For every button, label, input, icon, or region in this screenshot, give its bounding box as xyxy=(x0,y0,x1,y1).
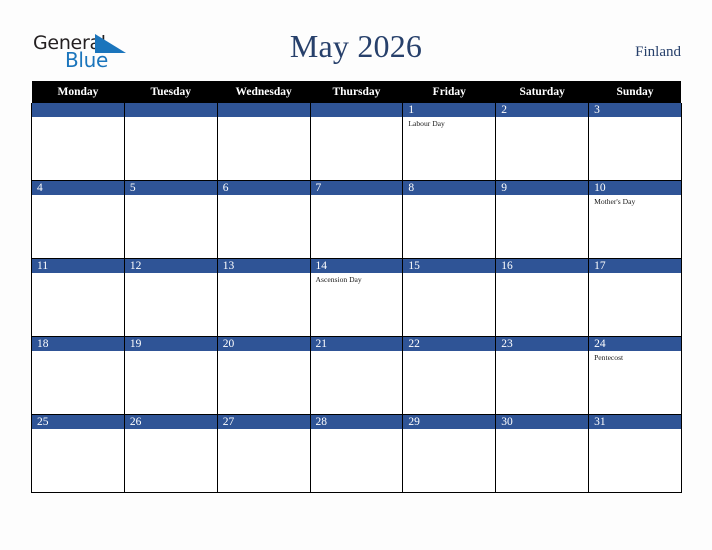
day-number: 29 xyxy=(403,415,495,429)
day-number: 10 xyxy=(589,181,681,195)
day-number: 30 xyxy=(496,415,588,429)
country-label: Finland xyxy=(635,44,681,60)
day-number: 5 xyxy=(125,181,217,195)
calendar-grid: Monday Tuesday Wednesday Thursday Friday… xyxy=(31,81,682,493)
holiday-event-label: Ascension Day xyxy=(315,275,362,284)
day-number: 11 xyxy=(32,259,124,273)
calendar-week-row: 18 19 20 21 22 23 24 Pentecost xyxy=(31,336,682,415)
day-number: 7 xyxy=(311,181,402,195)
weekday-header-tuesday: Tuesday xyxy=(124,81,218,103)
page-title: May 2026 xyxy=(289,28,423,64)
day-number: 17 xyxy=(589,259,681,273)
calendar-week-row: 25 26 27 28 29 30 31 xyxy=(31,414,682,493)
calendar-day-cell[interactable]: 18 xyxy=(31,336,125,415)
calendar-day-cell[interactable]: 31 xyxy=(588,414,682,493)
calendar-day-cell[interactable]: 25 xyxy=(31,414,125,493)
calendar-day-cell[interactable]: 11 xyxy=(31,258,125,337)
calendar-day-cell[interactable]: 12 xyxy=(123,258,218,337)
calendar-day-cell[interactable]: 27 xyxy=(216,414,311,493)
calendar-week-row: 4 5 6 7 8 9 10 Mother's Day xyxy=(31,180,682,259)
calendar-body: 1 Labour Day 2 3 4 5 6 7 8 9 10 Mother's Day 11 12 13 1… xyxy=(31,103,682,493)
day-number: 22 xyxy=(403,337,495,351)
day-number: 16 xyxy=(496,259,588,273)
day-number: 14 xyxy=(311,259,402,273)
day-number: 27 xyxy=(218,415,310,429)
calendar-day-cell[interactable]: 1 Labour Day xyxy=(402,103,497,181)
holiday-event-label: Mother's Day xyxy=(594,197,636,206)
calendar-day-cell[interactable]: 26 xyxy=(123,414,218,493)
calendar-day-cell[interactable]: 28 xyxy=(309,414,404,493)
calendar-day-cell[interactable]: 20 xyxy=(216,336,311,415)
day-events: Mother's Day xyxy=(590,195,681,207)
calendar-day-cell[interactable]: 2 xyxy=(495,103,590,181)
day-number xyxy=(125,103,217,117)
day-events: Ascension Day xyxy=(311,273,402,285)
calendar-day-cell[interactable]: 7 xyxy=(309,180,404,259)
weekday-header-sunday: Sunday xyxy=(588,81,682,103)
calendar-day-cell[interactable]: 10 Mother's Day xyxy=(588,180,682,259)
page-header: General Blue May 2026 Finland xyxy=(0,0,712,81)
calendar-empty-cell[interactable] xyxy=(216,103,311,181)
calendar-day-cell[interactable]: 4 xyxy=(31,180,125,259)
day-number: 28 xyxy=(311,415,402,429)
calendar-empty-cell[interactable] xyxy=(31,103,125,181)
calendar-day-cell[interactable]: 19 xyxy=(123,336,218,415)
day-number: 21 xyxy=(311,337,402,351)
day-number: 1 xyxy=(403,103,495,117)
day-number: 20 xyxy=(218,337,310,351)
calendar-empty-cell[interactable] xyxy=(123,103,218,181)
calendar-empty-cell[interactable] xyxy=(309,103,404,181)
day-number: 25 xyxy=(32,415,124,429)
day-number: 23 xyxy=(496,337,588,351)
calendar-day-cell[interactable]: 3 xyxy=(588,103,682,181)
calendar-day-cell[interactable]: 15 xyxy=(402,258,497,337)
day-number: 31 xyxy=(589,415,681,429)
weekday-header-row: Monday Tuesday Wednesday Thursday Friday… xyxy=(31,81,682,103)
day-number xyxy=(311,103,402,117)
day-number: 12 xyxy=(125,259,217,273)
calendar-day-cell[interactable]: 8 xyxy=(402,180,497,259)
calendar-day-cell[interactable]: 29 xyxy=(402,414,497,493)
day-number: 13 xyxy=(218,259,310,273)
day-number: 3 xyxy=(589,103,681,117)
day-number: 9 xyxy=(496,181,588,195)
calendar-week-row: 1 Labour Day 2 3 xyxy=(31,103,682,181)
weekday-header-friday: Friday xyxy=(402,81,496,103)
calendar-day-cell[interactable]: 23 xyxy=(495,336,590,415)
calendar-day-cell[interactable]: 14 Ascension Day xyxy=(309,258,404,337)
day-number xyxy=(218,103,310,117)
calendar-day-cell[interactable]: 13 xyxy=(216,258,311,337)
calendar-day-cell[interactable]: 9 xyxy=(495,180,590,259)
day-number: 19 xyxy=(125,337,217,351)
calendar-day-cell[interactable]: 24 Pentecost xyxy=(588,336,682,415)
weekday-header-thursday: Thursday xyxy=(310,81,403,103)
day-number: 26 xyxy=(125,415,217,429)
weekday-header-monday: Monday xyxy=(31,81,125,103)
calendar-weekday-header: Monday Tuesday Wednesday Thursday Friday… xyxy=(31,81,682,103)
day-events: Pentecost xyxy=(590,351,681,363)
calendar-day-cell[interactable]: 17 xyxy=(588,258,682,337)
weekday-header-saturday: Saturday xyxy=(495,81,589,103)
day-number: 8 xyxy=(403,181,495,195)
calendar-day-cell[interactable]: 21 xyxy=(309,336,404,415)
holiday-event-label: Labour Day xyxy=(408,119,445,128)
day-number xyxy=(32,103,124,117)
calendar-day-cell[interactable]: 16 xyxy=(495,258,590,337)
calendar-day-cell[interactable]: 30 xyxy=(495,414,590,493)
holiday-event-label: Pentecost xyxy=(594,353,624,362)
calendar-day-cell[interactable]: 5 xyxy=(123,180,218,259)
day-number: 24 xyxy=(589,337,681,351)
weekday-header-wednesday: Wednesday xyxy=(217,81,311,103)
day-number: 2 xyxy=(496,103,588,117)
day-number: 6 xyxy=(218,181,310,195)
day-events: Labour Day xyxy=(404,117,495,129)
day-number: 18 xyxy=(32,337,124,351)
calendar-day-cell[interactable]: 22 xyxy=(402,336,497,415)
calendar-week-row: 11 12 13 14 Ascension Day 15 16 17 xyxy=(31,258,682,337)
day-number: 4 xyxy=(32,181,124,195)
day-number: 15 xyxy=(403,259,495,273)
calendar-day-cell[interactable]: 6 xyxy=(216,180,311,259)
